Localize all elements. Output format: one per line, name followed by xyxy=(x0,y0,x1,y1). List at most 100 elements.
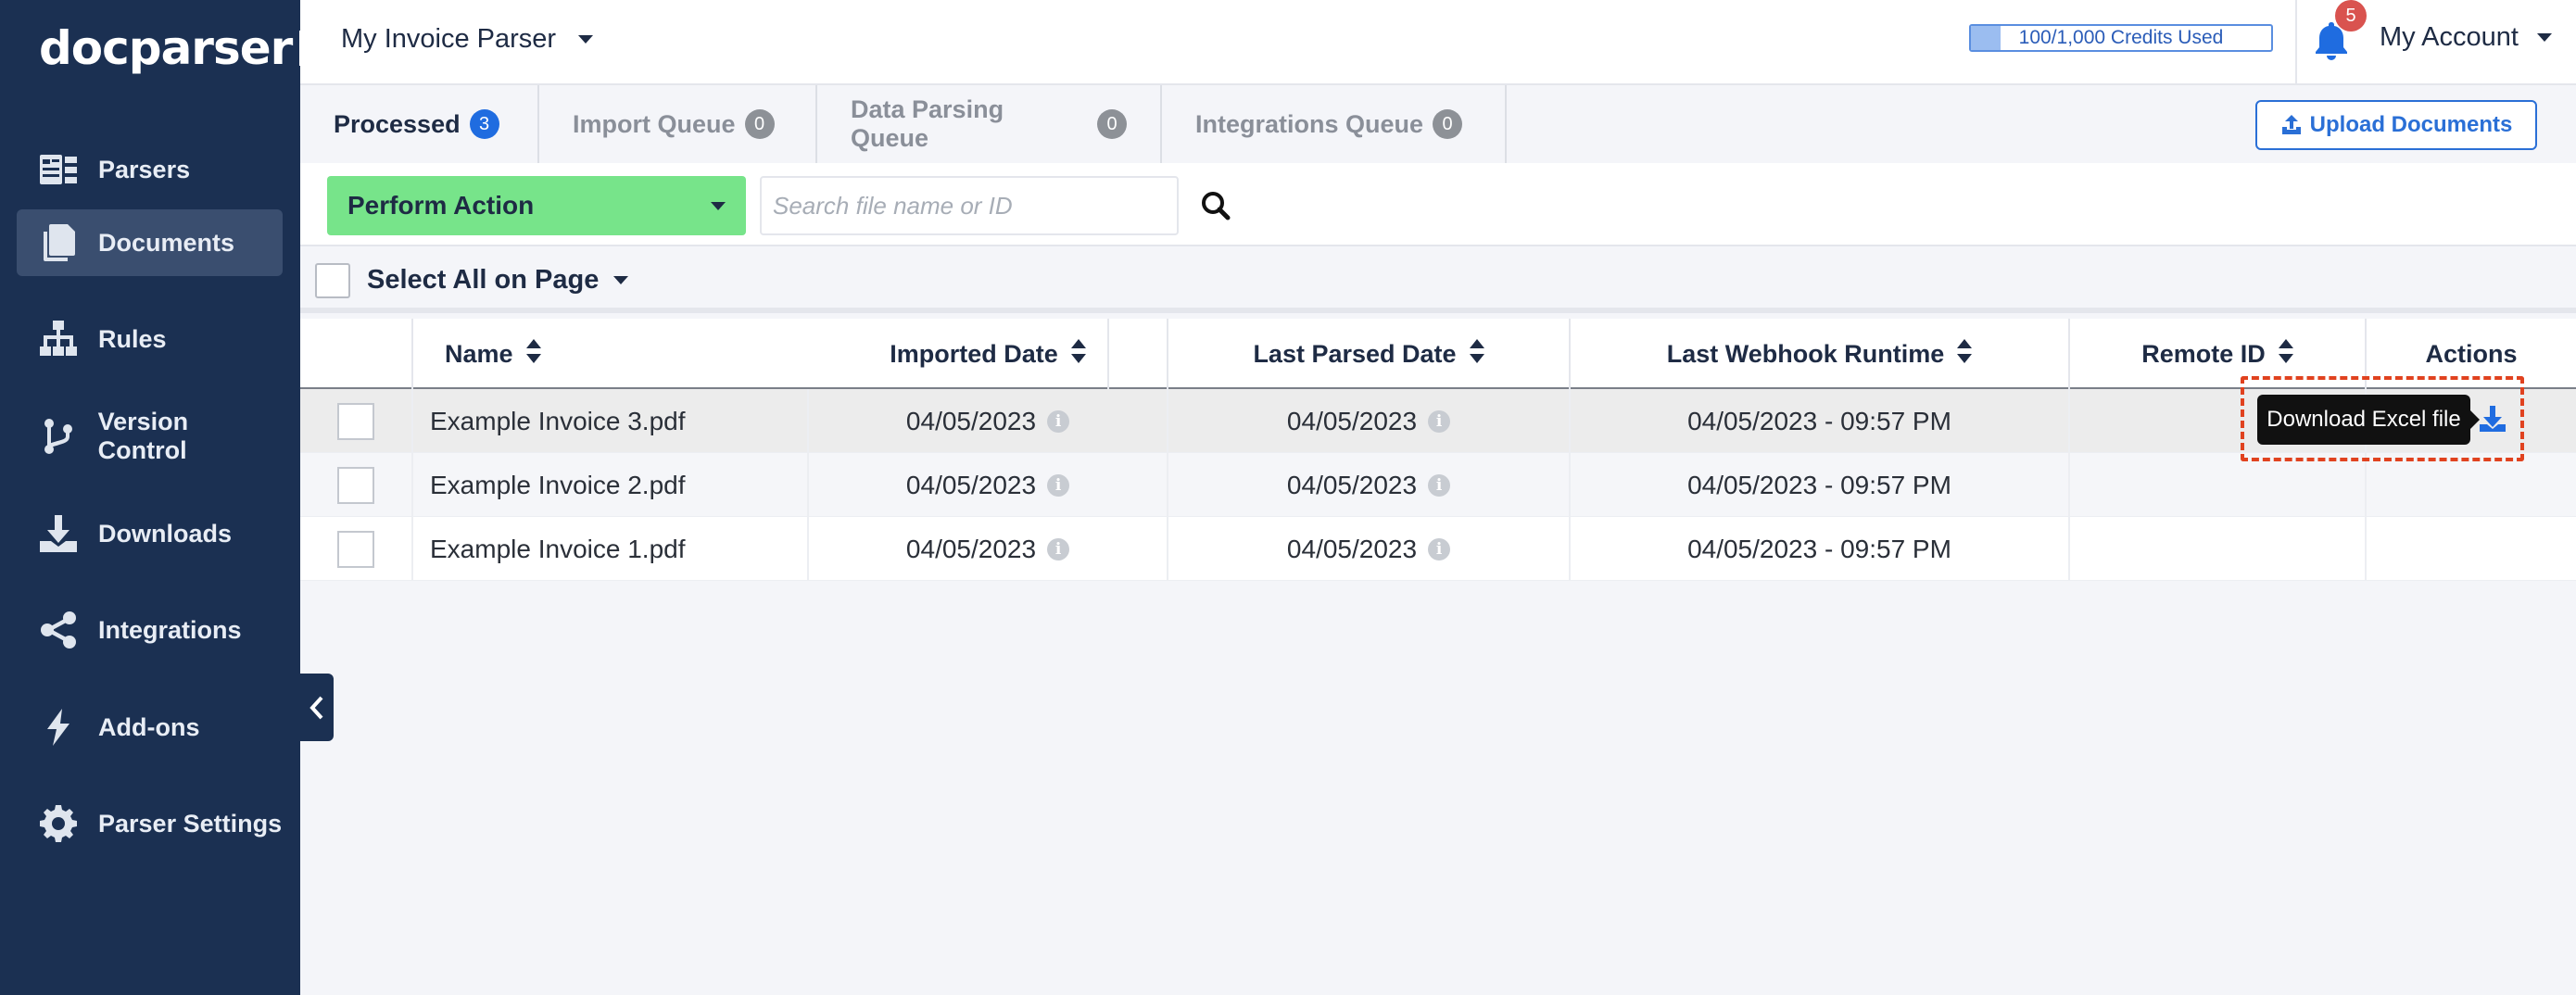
rules-icon xyxy=(37,318,80,360)
chevron-down-icon xyxy=(711,201,726,210)
row-checkbox-cell xyxy=(300,453,413,517)
parser-name: My Invoice Parser xyxy=(341,24,557,54)
document-name[interactable]: Example Invoice 2.pdf xyxy=(413,453,809,517)
sidebar-item-label: Rules xyxy=(98,324,167,353)
info-icon[interactable]: i xyxy=(1047,409,1070,433)
document-name[interactable]: Example Invoice 3.pdf xyxy=(413,389,809,453)
table-row[interactable]: Example Invoice 3.pdf 04/05/2023 i 04/05… xyxy=(300,389,2576,453)
imported-date: 04/05/2023 xyxy=(905,534,1037,563)
imported-date-cell: 04/05/2023 i xyxy=(809,517,1168,581)
sidebar-item-integrations[interactable]: Integrations xyxy=(17,597,283,663)
highlight-annotation xyxy=(2241,376,2524,461)
documents-icon xyxy=(37,221,80,264)
tab-count-badge: 0 xyxy=(744,109,775,139)
upload-icon xyxy=(2281,115,2301,134)
select-all-row: Select All on Page xyxy=(300,246,2576,313)
row-checkbox[interactable] xyxy=(337,402,374,440)
sidebar-item-rules[interactable]: Rules xyxy=(17,306,283,372)
column-header-label: Imported Date xyxy=(890,339,1058,368)
imported-date-cell: 04/05/2023 i xyxy=(809,389,1168,453)
chevron-left-icon xyxy=(309,696,322,719)
tab-label: Import Queue xyxy=(573,109,736,138)
sidebar-item-documents[interactable]: Documents xyxy=(17,209,283,276)
sidebar-item-downloads[interactable]: Downloads xyxy=(17,500,283,567)
action-toolbar: Perform Action xyxy=(300,163,2576,246)
sidebar-item-label: Add-ons xyxy=(98,712,200,741)
row-checkbox-cell xyxy=(300,517,413,581)
sidebar-item-label: Parser Settings xyxy=(98,809,283,838)
last-parsed-date-cell: 04/05/2023 i xyxy=(1168,453,1571,517)
addons-icon xyxy=(37,706,80,749)
account-menu[interactable]: My Account xyxy=(2380,22,2552,53)
imported-date-cell: 04/05/2023 i xyxy=(809,453,1168,517)
sidebar-item-addons[interactable]: Add-ons xyxy=(17,694,283,761)
sort-icon xyxy=(525,338,541,370)
tab-processed[interactable]: Processed 3 xyxy=(300,85,539,163)
topbar-divider xyxy=(2295,0,2297,85)
select-all-dropdown[interactable]: Select All on Page xyxy=(367,265,629,296)
table-row[interactable]: Example Invoice 1.pdf 04/05/2023 i 04/05… xyxy=(300,517,2576,581)
column-header-label: Last Parsed Date xyxy=(1253,339,1457,368)
search-input[interactable] xyxy=(760,176,1179,235)
table-header: Name Imported Date Last Parsed Date Last… xyxy=(300,319,2576,389)
tab-label: Integrations Queue xyxy=(1195,109,1424,138)
docparser-logo[interactable]: docparser xyxy=(39,21,330,75)
row-checkbox[interactable] xyxy=(337,530,374,568)
last-parsed-date: 04/05/2023 xyxy=(1286,470,1418,499)
sidebar-item-label: Documents xyxy=(98,228,235,257)
column-header-imported-date[interactable]: Imported Date xyxy=(809,319,1168,389)
sidebar-collapse-button[interactable] xyxy=(299,674,334,741)
actions-cell xyxy=(2367,453,2576,517)
row-checkbox-cell xyxy=(300,389,413,453)
column-header-label: Remote ID xyxy=(2141,339,2266,368)
column-header-last-webhook-runtime[interactable]: Last Webhook Runtime xyxy=(1571,319,2070,389)
column-header-last-parsed-date[interactable]: Last Parsed Date xyxy=(1168,319,1571,389)
info-icon[interactable]: i xyxy=(1428,473,1451,497)
perform-action-button[interactable]: Perform Action xyxy=(327,176,746,235)
last-webhook-runtime: 04/05/2023 - 09:57 PM xyxy=(1571,453,2070,517)
tab-data-parsing-queue[interactable]: Data Parsing Queue 0 xyxy=(817,85,1162,163)
credits-progress-bar: 100/1,000 Credits Used xyxy=(1969,24,2273,52)
tab-integrations-queue[interactable]: Integrations Queue 0 xyxy=(1162,85,1507,163)
last-parsed-date-cell: 04/05/2023 i xyxy=(1168,389,1571,453)
search-icon[interactable] xyxy=(1199,189,1232,222)
select-all-checkbox[interactable] xyxy=(315,263,350,298)
sidebar-item-label: Integrations xyxy=(98,615,242,644)
column-header-label: Last Webhook Runtime xyxy=(1666,339,1945,368)
logo-text: docparser xyxy=(39,21,293,75)
tab-count-badge: 0 xyxy=(1097,109,1127,139)
tab-label: Data Parsing Queue xyxy=(851,95,1004,152)
tab-import-queue[interactable]: Import Queue 0 xyxy=(539,85,817,163)
info-icon[interactable]: i xyxy=(1428,537,1451,560)
sort-icon xyxy=(1957,338,1973,370)
column-header-label: Actions xyxy=(2425,339,2518,368)
integrations-icon xyxy=(37,609,80,651)
info-icon[interactable]: i xyxy=(1047,537,1070,560)
last-parsed-date-cell: 04/05/2023 i xyxy=(1168,517,1571,581)
sidebar-item-parser-settings[interactable]: Parser Settings xyxy=(17,790,283,857)
last-webhook-runtime: 04/05/2023 - 09:57 PM xyxy=(1571,517,2070,581)
upload-documents-button[interactable]: Upload Documents xyxy=(2255,100,2537,150)
sort-icon xyxy=(1469,338,1484,370)
upload-documents-label: Upload Documents xyxy=(2309,112,2513,137)
sidebar-item-parsers[interactable]: Parsers xyxy=(17,136,283,203)
last-webhook-runtime: 04/05/2023 - 09:57 PM xyxy=(1571,389,2070,453)
header-checkbox-cell xyxy=(300,319,413,389)
row-checkbox[interactable] xyxy=(337,466,374,504)
table-row[interactable]: Example Invoice 2.pdf 04/05/2023 i 04/05… xyxy=(300,453,2576,517)
parser-selector[interactable]: My Invoice Parser xyxy=(341,24,594,55)
version-control-icon xyxy=(37,415,80,458)
sidebar-item-version-control[interactable]: Version Control xyxy=(17,403,283,470)
gear-icon xyxy=(37,802,80,845)
tab-count-badge: 0 xyxy=(1433,109,1463,139)
imported-date: 04/05/2023 xyxy=(905,470,1037,499)
imported-date: 04/05/2023 xyxy=(905,406,1037,435)
info-icon[interactable]: i xyxy=(1428,409,1451,433)
tab-label: Processed xyxy=(334,109,461,138)
last-parsed-date: 04/05/2023 xyxy=(1286,534,1418,563)
remote-id xyxy=(2070,453,2367,517)
document-name[interactable]: Example Invoice 1.pdf xyxy=(413,517,809,581)
info-icon[interactable]: i xyxy=(1047,473,1070,497)
chevron-down-icon xyxy=(578,35,594,44)
perform-action-label: Perform Action xyxy=(347,191,535,220)
